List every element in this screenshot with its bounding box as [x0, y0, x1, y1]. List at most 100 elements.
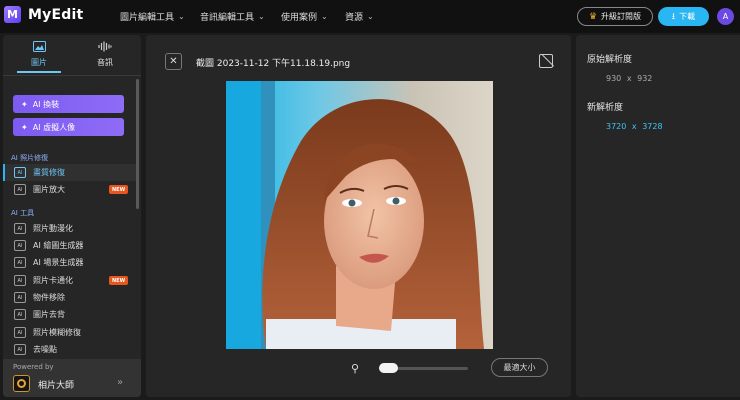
tab-label: 圖片	[31, 58, 47, 67]
ai-tool-icon: AI	[14, 223, 26, 234]
active-indicator	[3, 164, 5, 181]
sidebar-item-label: 圖片放大	[33, 185, 65, 194]
original-height: 932	[637, 74, 653, 83]
ai-tool-icon: AI	[14, 167, 26, 178]
sidebar-item-ai-scene[interactable]: AI AI 場景生成器	[3, 254, 137, 271]
zoom-slider-handle[interactable]	[379, 363, 398, 373]
file-name: 截圖 2023-11-12 下午11.18.19.png	[196, 59, 351, 69]
sidebar-item-cartoon[interactable]: AI 照片卡通化 NEW	[3, 272, 137, 289]
preview-image	[226, 81, 493, 349]
new-resolution-value: 3720 x 3728	[606, 122, 663, 131]
download-label: 下載	[679, 12, 696, 21]
new-height: 3728	[642, 122, 663, 131]
sidebar-item-deblur[interactable]: AI 照片模糊修復	[3, 324, 137, 341]
sidebar-item-enhance[interactable]: AI 畫質修復	[3, 164, 137, 181]
nav-use-cases[interactable]: 使用案例 ⌄	[281, 10, 328, 23]
ai-tool-icon: AI	[14, 184, 26, 195]
close-button[interactable]: ✕	[165, 53, 182, 70]
ai-tool-icon: AI	[14, 309, 26, 320]
ai-sparkle-icon: ✦	[21, 99, 28, 109]
sidebar-tabs: 圖片 音訊	[3, 35, 141, 75]
original-width: 930	[606, 74, 622, 83]
nav-audio-tools[interactable]: 音訊編輯工具 ⌄	[200, 10, 265, 23]
nav-resources[interactable]: 資源 ⌄	[345, 10, 374, 23]
download-button[interactable]: ⭳ 下載	[658, 7, 709, 26]
ai-button-label: AI 換裝	[32, 99, 60, 109]
new-resolution-label: 新解析度	[587, 103, 624, 113]
ai-tool-icon: AI	[14, 240, 26, 251]
close-icon: ✕	[169, 56, 178, 67]
editor-panel: ✕ 截圖 2023-11-12 下午11.18.19.png ⚲ 最適大小	[146, 35, 571, 397]
image-icon	[9, 41, 69, 57]
original-resolution-label: 原始解析度	[587, 55, 633, 65]
divider	[3, 75, 141, 76]
tab-image[interactable]: 圖片	[9, 41, 69, 68]
waveform-icon	[75, 41, 135, 57]
ai-avatar-button[interactable]: ✦ AI 虛擬人像	[13, 118, 124, 136]
nav-label: 使用案例	[281, 13, 318, 23]
ai-tool-icon: AI	[14, 327, 26, 338]
sidebar-item-label: 照片模糊修復	[33, 328, 81, 337]
upgrade-label: 升級訂閱版	[601, 12, 642, 21]
sidebar-item-label: 照片卡通化	[33, 276, 73, 285]
avatar[interactable]: A	[717, 8, 734, 25]
upgrade-button[interactable]: ♛ 升級訂閱版	[577, 7, 653, 26]
ai-tool-icon: AI	[14, 344, 26, 355]
sidebar-item-denoise[interactable]: AI 去噪點	[3, 341, 137, 358]
powered-by-label: Powered by	[13, 363, 54, 371]
logo[interactable]: M MyEdit	[4, 6, 83, 23]
times-sign: x	[626, 74, 632, 83]
sidebar-item-label: AI 繪圖生成器	[33, 241, 84, 250]
download-icon: ⭳	[671, 11, 676, 22]
crown-icon: ♛	[588, 11, 598, 22]
section-title-ai-tools: AI 工具	[11, 209, 35, 217]
powered-by-banner[interactable]: Powered by 相片大師 »	[3, 359, 141, 397]
sidebar-item-label: 圖片去背	[33, 310, 65, 319]
ai-tool-icon: AI	[14, 292, 26, 303]
chevron-down-icon: ⌄	[321, 12, 328, 21]
sidebar-item-ai-drawing[interactable]: AI AI 繪圖生成器	[3, 237, 137, 254]
ai-tool-icon: AI	[14, 275, 26, 286]
ai-tool-icon: AI	[14, 257, 26, 268]
fit-to-screen-button[interactable]: 最適大小	[491, 358, 548, 377]
sidebar: 圖片 音訊 ✦ AI 換裝 ✦ AI 虛擬人像 AI 照片修復 AI 畫質修復 …	[3, 35, 141, 397]
chevron-down-icon: ⌄	[178, 12, 185, 21]
app-name: MyEdit	[28, 6, 84, 23]
sidebar-scrollbar[interactable]	[136, 79, 139, 209]
resolution-panel: 原始解析度 930 x 932 新解析度 3720 x 3728	[576, 35, 740, 397]
top-bar: M MyEdit 圖片編輯工具 ⌄ 音訊編輯工具 ⌄ 使用案例 ⌄ 資源 ⌄ ♛…	[0, 0, 740, 33]
ai-button-label: AI 虛擬人像	[32, 122, 76, 132]
section-title-photo-repair: AI 照片修復	[11, 154, 49, 162]
sidebar-item-label: 畫質修復	[33, 168, 65, 177]
nav-label: 音訊編輯工具	[200, 13, 255, 23]
nav-image-tools[interactable]: 圖片編輯工具 ⌄	[120, 10, 185, 23]
sidebar-item-object-removal[interactable]: AI 物件移除	[3, 289, 137, 306]
myedit-logo-icon: M	[4, 6, 21, 23]
ai-outfit-button[interactable]: ✦ AI 換裝	[13, 95, 124, 113]
sidebar-item-label: AI 場景生成器	[33, 258, 84, 267]
original-resolution-value: 930 x 932	[606, 74, 652, 83]
sidebar-item-anime[interactable]: AI 照片動漫化	[3, 220, 137, 237]
sidebar-item-label: 去噪點	[33, 345, 57, 354]
sidebar-item-remove-background[interactable]: AI 圖片去背	[3, 306, 137, 323]
new-badge: NEW	[109, 185, 129, 194]
nav-label: 圖片編輯工具	[120, 13, 175, 23]
magnifier-icon: ⚲	[351, 362, 360, 375]
sidebar-item-upscale[interactable]: AI 圖片放大 NEW	[3, 181, 137, 198]
active-tab-indicator	[17, 71, 61, 73]
photodirector-logo-icon	[13, 375, 30, 392]
ai-sparkle-icon: ✦	[21, 122, 28, 132]
nav-label: 資源	[345, 13, 364, 23]
powered-by-name: 相片大師	[38, 381, 75, 391]
chevron-down-icon: ⌄	[367, 12, 374, 21]
times-sign: x	[631, 122, 637, 131]
double-chevron-right-icon: »	[117, 377, 124, 388]
compare-icon[interactable]	[539, 54, 553, 68]
sidebar-item-label: 照片動漫化	[33, 224, 73, 233]
tab-label: 音訊	[97, 58, 113, 67]
tab-audio[interactable]: 音訊	[75, 41, 135, 68]
sidebar-item-label: 物件移除	[33, 293, 65, 302]
chevron-down-icon: ⌄	[258, 12, 265, 21]
new-badge: NEW	[109, 276, 129, 285]
new-width: 3720	[606, 122, 627, 131]
